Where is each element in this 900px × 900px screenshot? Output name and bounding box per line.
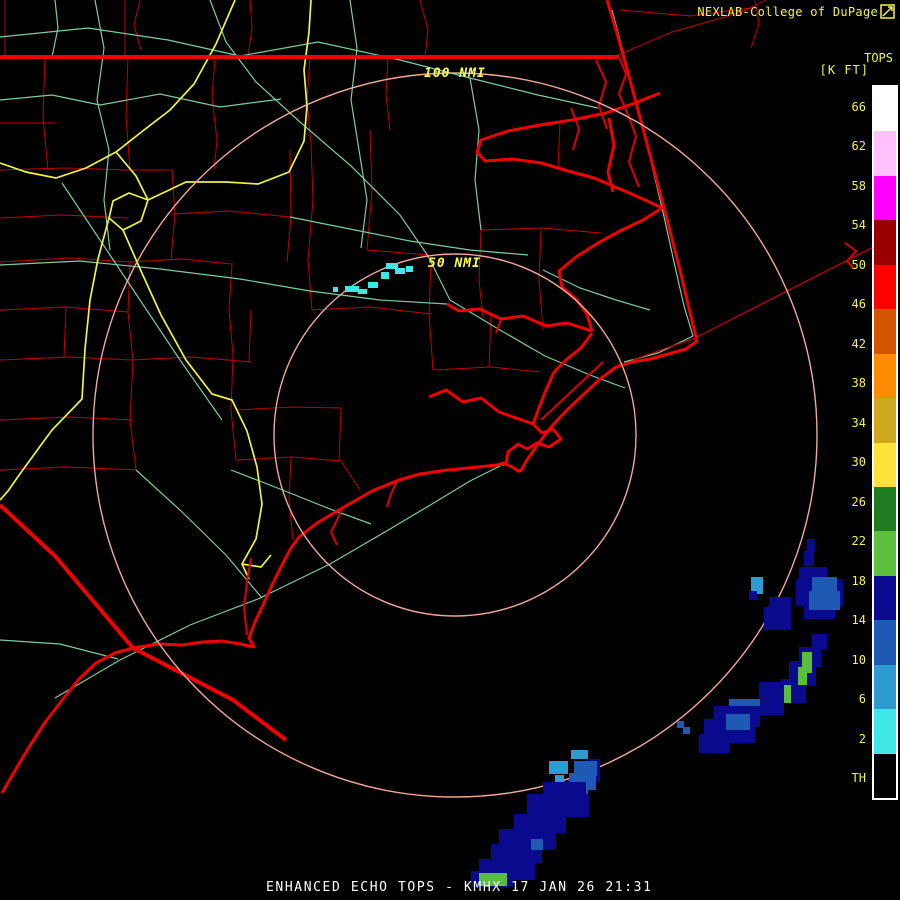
colorbar-block [874, 575, 896, 621]
colorbar-label: 46 [851, 297, 866, 311]
colorbar-label: 14 [851, 613, 866, 627]
colorbar-units: [K FT] [819, 63, 869, 77]
colorbar-label: 66 [851, 100, 866, 114]
colorbar-label: TH [851, 771, 866, 785]
colorbar-block [874, 531, 896, 576]
radar-map: 100 NMI 50 NMI [0, 0, 894, 887]
colorbar-block [874, 709, 896, 754]
echo-blue [683, 727, 690, 734]
colorbar-block [874, 264, 896, 310]
echo-cyan [368, 282, 378, 288]
colorbar-label: 10 [851, 653, 866, 667]
echo-blue [726, 714, 750, 730]
interstate-lines [0, 0, 312, 580]
echo-cyan [406, 266, 413, 272]
colorbar-label: 34 [851, 416, 866, 430]
colorbar-label: 42 [851, 337, 866, 351]
echo-green [798, 667, 807, 685]
colorbar-label: 62 [851, 139, 866, 153]
colorbar-label: 54 [851, 218, 866, 232]
colorbar-label: 18 [851, 574, 866, 588]
echo-steel [571, 750, 588, 759]
echo-navy [807, 539, 815, 552]
colorbar-block [874, 753, 896, 798]
echo-navy [759, 682, 784, 715]
colorbar-block [874, 309, 896, 354]
colorbar-block [874, 220, 896, 265]
echo-cyan [395, 268, 405, 274]
echo-navy [764, 607, 791, 630]
echo-blue [809, 591, 840, 610]
colorbar [872, 85, 898, 800]
radar-display: 100 NMI 50 NMI NEXLAB-College of DuPage … [0, 0, 900, 900]
colorbar-block [874, 664, 896, 710]
echo-steel [549, 761, 568, 774]
echo-cyan [358, 289, 367, 294]
colorbar-block [874, 398, 896, 443]
echo-navy [527, 794, 589, 817]
echo-blue [531, 839, 543, 850]
radar-echoes [333, 263, 843, 887]
colorbar-label: 6 [858, 692, 866, 706]
brand-title: NEXLAB-College of DuPage [697, 5, 878, 19]
ring-label-50nmi: 50 NMI [428, 256, 481, 271]
colorbar-label: 26 [851, 495, 866, 509]
colorbar-label: 22 [851, 534, 866, 548]
echo-navy [804, 551, 814, 566]
cod-logo-icon [880, 4, 895, 19]
colorbar-block [874, 353, 896, 399]
county-lines [0, 0, 767, 541]
colorbar-block [874, 486, 896, 532]
colorbar-block [874, 87, 896, 132]
colorbar-block [874, 131, 896, 176]
echo-cyan [345, 286, 359, 292]
echo-blue [677, 721, 684, 728]
colorbar-block [874, 442, 896, 487]
colorbar-label: 2 [858, 732, 866, 746]
status-bar: ENHANCED ECHO TOPS - KMHX 17 JAN 26 21:3… [266, 880, 653, 895]
echo-cyan [333, 287, 338, 292]
colorbar-label: 58 [851, 179, 866, 193]
colorbar-block [874, 620, 896, 665]
echo-navy [749, 591, 757, 600]
coastline [0, 0, 894, 794]
colorbar-block [874, 175, 896, 221]
echo-cyan [381, 272, 389, 279]
colorbar-label: 30 [851, 455, 866, 469]
colorbar-label: 50 [851, 258, 866, 272]
colorbar-label: 38 [851, 376, 866, 390]
echo-navy [699, 734, 730, 753]
ring-label-100nmi: 100 NMI [424, 66, 486, 81]
